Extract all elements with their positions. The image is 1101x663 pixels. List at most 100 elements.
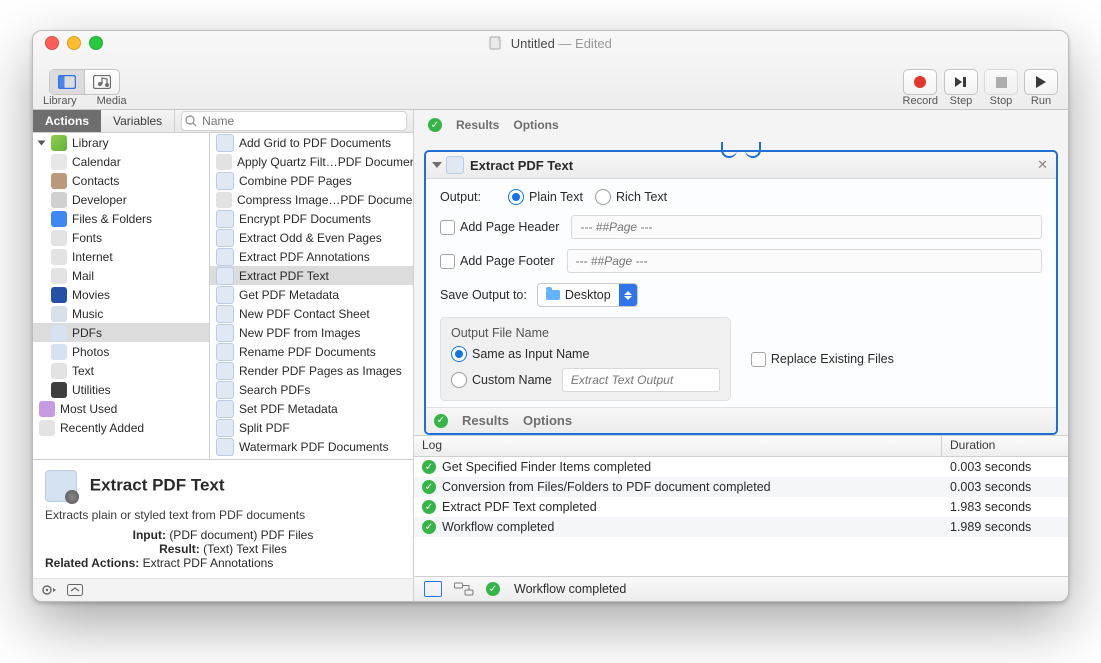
category-files-folders[interactable]: Files & Folders	[33, 209, 209, 228]
action-split-pdf[interactable]: Split PDF	[210, 418, 413, 437]
action-combine-pdf-pages[interactable]: Combine PDF Pages	[210, 171, 413, 190]
category-internet[interactable]: Internet	[33, 247, 209, 266]
category-icon	[51, 249, 67, 265]
library-panel: Actions Variables LibraryCalendarContact…	[33, 110, 414, 601]
action-item-icon	[216, 267, 234, 285]
action-add-grid-to-pdf-documents[interactable]: Add Grid to PDF Documents	[210, 133, 413, 152]
library-categories[interactable]: LibraryCalendarContactsDeveloperFiles & …	[33, 133, 210, 459]
action-new-pdf-contact-sheet[interactable]: New PDF Contact Sheet	[210, 304, 413, 323]
library-label: Library	[43, 95, 77, 107]
log-header-duration[interactable]: Duration	[942, 436, 1068, 456]
log-header-log[interactable]: Log	[414, 436, 942, 456]
smart-folder-icon	[39, 401, 55, 417]
library-root[interactable]: Library	[33, 133, 209, 152]
action-extract-pdf-annotations[interactable]: Extract PDF Annotations	[210, 247, 413, 266]
results-link[interactable]: Results	[456, 118, 499, 132]
action-watermark-pdf-documents[interactable]: Watermark PDF Documents	[210, 437, 413, 456]
output-plain-radio[interactable]: Plain Text	[508, 189, 583, 205]
category-utilities[interactable]: Utilities	[33, 380, 209, 399]
minimize-window-button[interactable]	[67, 36, 81, 50]
results-link[interactable]: Results	[462, 413, 509, 428]
ofn-custom-radio[interactable]: Custom Name	[451, 372, 552, 388]
check-icon: ✓	[434, 414, 448, 428]
add-footer-checkbox[interactable]: Add Page Footer	[440, 254, 555, 269]
category-calendar[interactable]: Calendar	[33, 152, 209, 171]
zoom-window-button[interactable]	[89, 36, 103, 50]
folder-icon	[546, 290, 560, 300]
media-toggle[interactable]	[85, 70, 119, 94]
action-apply-quartz-filt-pdf-documents[interactable]: Apply Quartz Filt…PDF Documents	[210, 152, 413, 171]
check-icon: ✓	[422, 500, 436, 514]
status-bar: ✓ Workflow completed	[414, 576, 1068, 601]
log-row[interactable]: ✓Workflow completed1.989 seconds	[414, 517, 1068, 537]
action-render-pdf-pages-as-images[interactable]: Render PDF Pages as Images	[210, 361, 413, 380]
detail-result-value: (Text) Text Files	[203, 542, 287, 556]
library-media-segmented[interactable]	[49, 69, 120, 95]
disclosure-triangle-icon[interactable]	[432, 162, 442, 168]
library-icon	[51, 135, 67, 151]
close-window-button[interactable]	[45, 36, 59, 50]
tab-actions[interactable]: Actions	[33, 110, 101, 132]
library-toggle[interactable]	[50, 70, 85, 94]
action-rename-pdf-documents[interactable]: Rename PDF Documents	[210, 342, 413, 361]
workflow-canvas[interactable]: ✓ Results Options Extract PDF Text ✕ Out…	[414, 110, 1068, 435]
record-button[interactable]	[903, 69, 937, 95]
smart-recently-added[interactable]: Recently Added	[33, 418, 209, 437]
action-get-pdf-metadata[interactable]: Get PDF Metadata	[210, 285, 413, 304]
view-mode-flow-icon[interactable]	[454, 582, 474, 596]
detail-input-label: Input:	[133, 528, 166, 542]
view-mode-list-icon[interactable]	[424, 581, 442, 597]
options-link[interactable]: Options	[513, 118, 558, 132]
save-output-select[interactable]: Desktop	[537, 283, 638, 307]
category-mail[interactable]: Mail	[33, 266, 209, 285]
action-item-icon	[216, 419, 234, 437]
tab-variables[interactable]: Variables	[101, 110, 174, 132]
log-rows[interactable]: ✓Get Specified Finder Items completed0.0…	[414, 457, 1068, 576]
category-contacts[interactable]: Contacts	[33, 171, 209, 190]
replace-existing-checkbox[interactable]: Replace Existing Files	[751, 352, 894, 367]
ofn-custom-input[interactable]	[562, 368, 720, 392]
disclosure-triangle-icon	[38, 140, 46, 145]
ofn-title: Output File Name	[451, 326, 720, 340]
ofn-same-radio[interactable]: Same as Input Name	[451, 346, 589, 362]
record-label: Record	[903, 95, 938, 107]
action-item-icon	[216, 192, 232, 208]
action-compress-image-pdf-documents[interactable]: Compress Image…PDF Documents	[210, 190, 413, 209]
category-developer[interactable]: Developer	[33, 190, 209, 209]
category-pdfs[interactable]: PDFs	[33, 323, 209, 342]
category-music[interactable]: Music	[33, 304, 209, 323]
category-fonts[interactable]: Fonts	[33, 228, 209, 247]
action-item-icon	[216, 286, 234, 304]
add-header-checkbox[interactable]: Add Page Header	[440, 220, 559, 235]
category-text[interactable]: Text	[33, 361, 209, 380]
output-file-name-group: Output File Name Same as Input Name Cust…	[440, 317, 731, 401]
window-subtitle: — Edited	[558, 36, 611, 51]
output-rich-radio[interactable]: Rich Text	[595, 189, 667, 205]
log-panel: Log Duration ✓Get Specified Finder Items…	[414, 435, 1068, 576]
options-link[interactable]: Options	[523, 413, 572, 428]
action-extract-pdf-text[interactable]: Extract PDF Text	[210, 266, 413, 285]
action-set-pdf-metadata[interactable]: Set PDF Metadata	[210, 399, 413, 418]
log-row[interactable]: ✓Extract PDF Text completed1.983 seconds	[414, 497, 1068, 517]
log-row[interactable]: ✓Conversion from Files/Folders to PDF do…	[414, 477, 1068, 497]
header-template-input[interactable]	[571, 215, 1042, 239]
run-button[interactable]	[1024, 69, 1058, 95]
action-item-icon	[216, 362, 234, 380]
category-movies[interactable]: Movies	[33, 285, 209, 304]
action-new-pdf-from-images[interactable]: New PDF from Images	[210, 323, 413, 342]
smart-most-used[interactable]: Most Used	[33, 399, 209, 418]
search-input[interactable]	[181, 111, 407, 131]
gear-icon[interactable]	[41, 583, 57, 597]
collapse-detail-icon[interactable]	[67, 584, 83, 596]
action-search-pdfs[interactable]: Search PDFs	[210, 380, 413, 399]
stop-button[interactable]	[984, 69, 1018, 95]
step-button[interactable]	[944, 69, 978, 95]
footer-template-input[interactable]	[567, 249, 1042, 273]
log-row[interactable]: ✓Get Specified Finder Items completed0.0…	[414, 457, 1068, 477]
action-encrypt-pdf-documents[interactable]: Encrypt PDF Documents	[210, 209, 413, 228]
action-extract-odd-even-pages[interactable]: Extract Odd & Even Pages	[210, 228, 413, 247]
category-photos[interactable]: Photos	[33, 342, 209, 361]
close-action-icon[interactable]: ✕	[1037, 157, 1048, 173]
actions-list[interactable]: Add Grid to PDF DocumentsApply Quartz Fi…	[210, 133, 413, 459]
check-icon: ✓	[422, 520, 436, 534]
